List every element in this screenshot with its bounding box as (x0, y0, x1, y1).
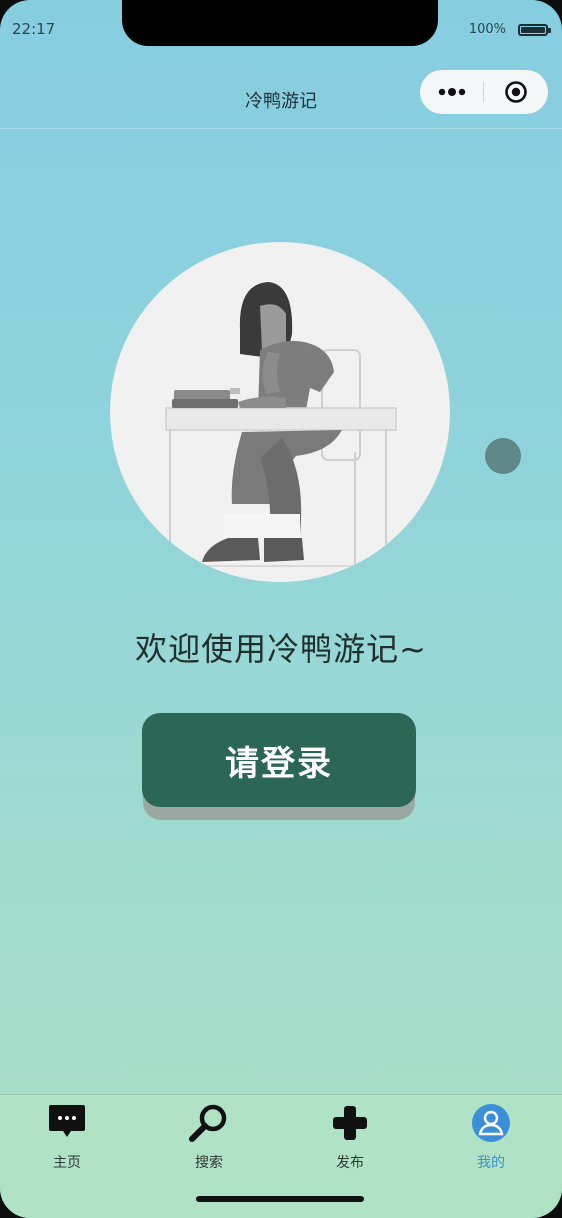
search-icon (189, 1104, 227, 1142)
battery-percentage: 100% (468, 22, 506, 37)
tab-home[interactable]: 主页 (22, 1103, 112, 1173)
user-icon (472, 1104, 510, 1142)
tab-publish[interactable]: 发布 (305, 1103, 395, 1173)
more-icon[interactable] (430, 80, 474, 104)
login-button[interactable]: 请登录 (142, 713, 416, 807)
battery-icon (518, 24, 551, 36)
tab-home-label: 主页 (53, 1155, 81, 1171)
tab-publish-label: 发布 (336, 1155, 364, 1171)
tab-search-label: 搜索 (195, 1155, 223, 1171)
tab-search[interactable]: 搜索 (164, 1103, 254, 1173)
tab-profile-label: 我的 (477, 1155, 505, 1171)
floating-drag-handle[interactable] (485, 438, 521, 474)
welcome-text: 欢迎使用冷鸭游记~ (135, 630, 427, 668)
capsule-divider (483, 82, 484, 102)
message-icon (49, 1105, 85, 1137)
plus-icon (333, 1106, 367, 1140)
phone-screen: 22:17 100% 冷鸭游记 欢迎使用冷鸭游记~ 请登录 主页 搜索 发布 我… (0, 0, 562, 1218)
status-time: 22:17 (12, 20, 56, 38)
device-notch (122, 0, 438, 46)
close-miniprogram-icon[interactable] (496, 80, 536, 104)
miniprogram-capsule (420, 70, 548, 114)
illustration-avatar (110, 242, 450, 582)
home-indicator[interactable] (196, 1196, 364, 1202)
woman-at-desk-illustration (165, 282, 400, 572)
navigation-bar: 冷鸭游记 (0, 62, 562, 129)
tab-profile[interactable]: 我的 (446, 1103, 536, 1173)
